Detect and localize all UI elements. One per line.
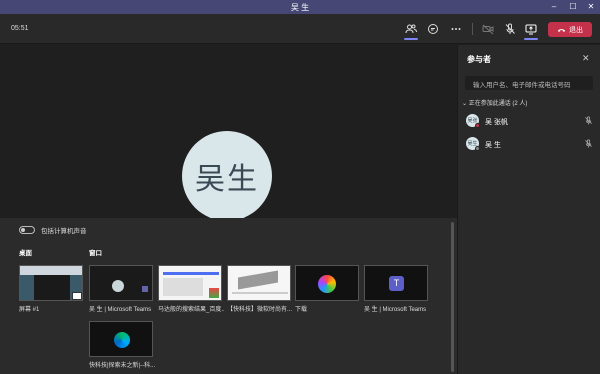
thumb-content [112, 280, 124, 292]
chat-button[interactable] [423, 19, 443, 39]
share-thumb-screen[interactable] [19, 265, 83, 301]
more-actions-button[interactable] [446, 19, 466, 39]
share-thumb-label: 快科技|探索未之新|--科... [89, 363, 155, 369]
participant-avatar-large: 吴生 [182, 131, 272, 221]
thumb-corner [209, 288, 219, 298]
window-section-label: 窗口 [89, 250, 102, 257]
teams-icon: T [389, 276, 404, 291]
meeting-toolbar: 05:51 退出 [0, 14, 600, 44]
camera-button[interactable] [478, 19, 498, 39]
computer-sound-toggle-row[interactable]: 包括计算机声音 [19, 225, 87, 235]
thumb-header [20, 266, 82, 275]
teams-icon [142, 286, 148, 292]
thumb-content [238, 270, 278, 290]
thumb-content [163, 278, 203, 296]
share-screen-icon [525, 24, 537, 35]
in-call-group-label[interactable]: ⌄ 正在参加此通话 (2 人) [462, 98, 527, 107]
presence-dot [475, 123, 480, 128]
share-thumb-label: 屏幕 #1 [19, 307, 40, 313]
share-button[interactable] [521, 19, 541, 40]
share-tray: 包括计算机声音 桌面 窗口 屏幕 #1 吴 生 | Microsoft Team… [0, 218, 457, 374]
share-tray-scrollbar[interactable] [451, 222, 454, 372]
desktop-section-label: 桌面 [19, 250, 32, 257]
thumb-content [163, 272, 219, 275]
share-thumb-label: 【快科技】微软时尚有... [227, 307, 293, 313]
share-thumb-label: 下载 [295, 307, 308, 313]
maximize-icon[interactable]: ☐ [564, 0, 582, 14]
title-bar: 吴 生 – ☐ ✕ [0, 0, 600, 14]
chevron-down-icon: ⌄ [462, 101, 469, 107]
participant-row[interactable]: 吴生 吴 生 [466, 136, 596, 152]
camera-off-icon [482, 24, 494, 35]
mic-muted-icon [585, 116, 592, 125]
mic-muted-icon [585, 139, 592, 148]
active-indicator [524, 38, 538, 40]
panel-title: 参与者 [467, 55, 491, 64]
participant-name: 吴 生 [485, 142, 501, 149]
app-icon [318, 275, 336, 293]
participant-search-input[interactable]: 输入用户名、电子邮件或电话号码 [465, 76, 593, 90]
share-thumb-window[interactable] [89, 265, 153, 301]
share-thumb-window[interactable] [89, 321, 153, 357]
call-timer: 05:51 [11, 25, 29, 32]
close-window-icon[interactable]: ✕ [582, 0, 600, 14]
participants-panel: 参与者 ✕ 输入用户名、电子邮件或电话号码 ⌄ 正在参加此通话 (2 人) 吴张… [457, 45, 600, 374]
participants-button[interactable] [401, 19, 421, 40]
mic-button[interactable] [500, 19, 520, 39]
share-thumb-window[interactable] [227, 265, 291, 301]
window-title: 吴 生 [290, 3, 310, 12]
mic-off-icon [505, 23, 515, 34]
group-label-text: 正在参加此通话 (2 人) [468, 101, 528, 107]
share-thumb-label: 吴 生 | Microsoft Teams [89, 307, 152, 313]
more-icon [451, 28, 461, 30]
toolbar-divider [472, 23, 473, 35]
share-thumb-label: 马达般的搜索结果_百度... [158, 307, 224, 313]
computer-sound-label: 包括计算机声音 [41, 228, 87, 235]
active-indicator [404, 38, 418, 40]
edge-icon [114, 332, 130, 348]
share-thumb-window[interactable] [295, 265, 359, 301]
participant-name: 吴 张帆 [485, 119, 508, 126]
thumb-content [232, 292, 288, 294]
thumb-corner [72, 292, 82, 300]
leave-button[interactable]: 退出 [548, 22, 592, 37]
chat-icon [428, 24, 438, 34]
hang-up-icon [557, 28, 566, 32]
computer-sound-toggle[interactable] [19, 226, 35, 234]
leave-label: 退出 [569, 26, 583, 34]
presence-dot [475, 146, 480, 151]
minimize-icon[interactable]: – [545, 0, 563, 14]
share-thumb-window[interactable]: T [364, 265, 428, 301]
share-thumb-window[interactable] [158, 265, 222, 301]
people-icon [405, 24, 417, 34]
close-panel-icon[interactable]: ✕ [582, 53, 590, 64]
thumb-content [34, 275, 70, 300]
participant-row[interactable]: 吴张 吴 张帆 [466, 113, 596, 129]
share-thumb-label: 吴 生 | Microsoft Teams [364, 307, 427, 313]
